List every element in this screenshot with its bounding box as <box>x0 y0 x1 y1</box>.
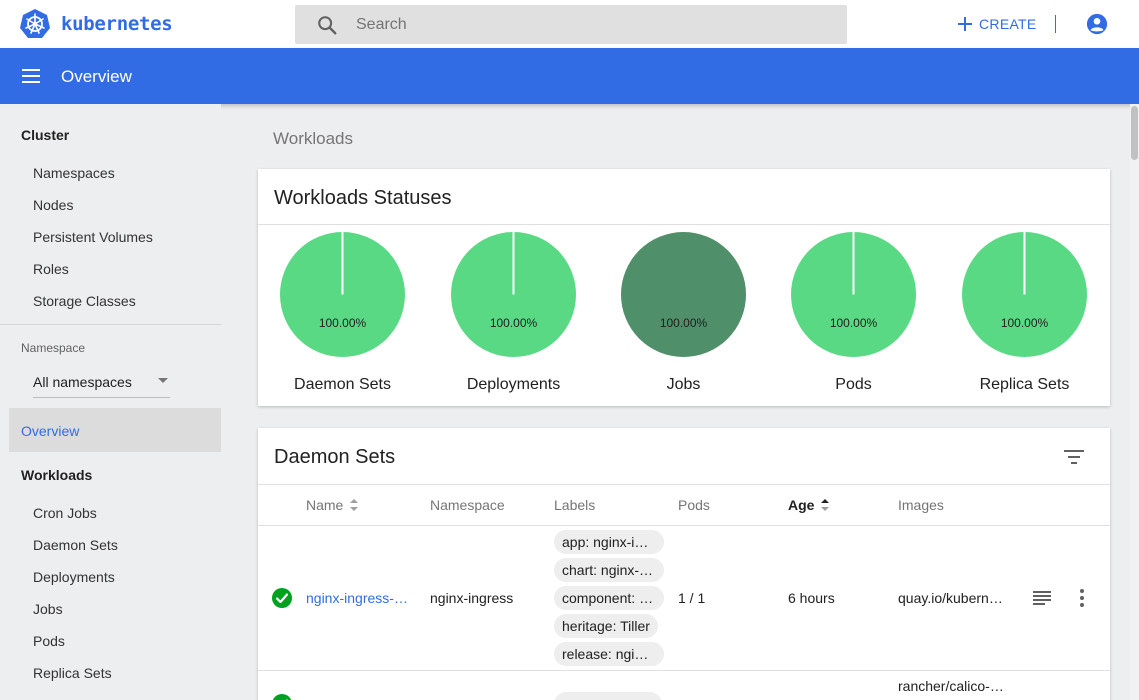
row-divider <box>258 670 1110 671</box>
section-label-workloads: Workloads <box>273 129 353 148</box>
label-chip: chart: nginx-ingress <box>554 558 664 582</box>
namespace-cell: nginx-ingress <box>430 590 514 606</box>
label-chip: release: nginx-ingress <box>554 642 664 666</box>
sidebar: Cluster Namespaces Nodes Persistent Volu… <box>0 104 221 700</box>
check-circle-icon <box>272 588 292 608</box>
dropdown-caret-icon <box>158 378 168 383</box>
column-header-namespace[interactable]: Namespace <box>430 497 505 513</box>
sidebar-heading-cluster[interactable]: Cluster <box>21 127 69 143</box>
label-chip: heritage: Tiller <box>554 614 658 638</box>
account-icon[interactable] <box>1086 13 1108 35</box>
column-header-label: Name <box>306 497 344 513</box>
label-chip <box>554 692 662 700</box>
images-cell: quay.io/kubernetes-ingress-controller <box>898 590 1004 606</box>
column-header-label: Pods <box>678 497 710 513</box>
column-header-label: Images <box>898 497 944 513</box>
sidebar-item-deployments[interactable]: Deployments <box>33 569 115 585</box>
column-header-images: Images <box>898 497 944 513</box>
check-circle-icon <box>272 694 292 700</box>
sidebar-item-persistent-volumes[interactable]: Persistent Volumes <box>33 229 153 245</box>
daemon-set-name-link[interactable]: nginx-ingress-controller <box>306 590 414 606</box>
kubernetes-logo-icon <box>20 9 50 38</box>
column-header-pods: Pods <box>678 497 710 513</box>
pie-chart-deployments: 100.00% <box>451 232 576 357</box>
page-title: Overview <box>61 67 132 86</box>
more-vertical-icon[interactable] <box>1080 589 1084 607</box>
pie-percent-label: 100.00% <box>1001 316 1049 330</box>
age-cell: 6 hours <box>788 590 835 606</box>
pie-chart-jobs: 100.00% <box>621 232 746 357</box>
pie-percent-label: 100.00% <box>490 316 538 330</box>
pie-label: Daemon Sets <box>294 376 391 393</box>
label-chip: component: controller <box>554 586 664 610</box>
logs-icon[interactable] <box>1033 591 1051 605</box>
filter-icon[interactable] <box>1063 448 1085 466</box>
images-cell: rancher/calico-node <box>898 678 1004 694</box>
card-title: Daemon Sets <box>274 446 396 468</box>
pie-label: Deployments <box>466 376 561 393</box>
namespace-select[interactable]: All namespaces <box>33 368 170 398</box>
sidebar-item-replica-sets[interactable]: Replica Sets <box>33 665 112 681</box>
sort-icon <box>350 499 359 511</box>
namespace-label: Namespace <box>21 341 86 355</box>
search-bar[interactable] <box>295 5 847 44</box>
status-chart: 100.00% Daemon Sets <box>280 232 410 393</box>
pie-chart-replica-sets: 100.00% <box>962 232 1087 357</box>
create-button[interactable]: CREATE <box>956 12 1037 36</box>
sidebar-item-daemon-sets[interactable]: Daemon Sets <box>33 537 118 553</box>
workloads-statuses-card: Workloads Statuses 100.00% Daemon Sets 1… <box>258 169 1110 406</box>
column-header-age[interactable]: Age <box>788 497 830 513</box>
search-icon <box>318 15 337 34</box>
create-button-label: CREATE <box>979 16 1037 32</box>
pie-percent-label: 100.00% <box>830 316 878 330</box>
pie-chart-daemon-sets: 100.00% <box>280 232 405 357</box>
sidebar-item-overview-label: Overview <box>21 423 80 439</box>
card-divider <box>258 224 1110 225</box>
pods-cell: 1 / 1 <box>678 590 706 606</box>
card-divider <box>258 484 1110 485</box>
column-header-label: Age <box>788 497 815 513</box>
sidebar-item-cron-jobs[interactable]: Cron Jobs <box>33 505 97 521</box>
sidebar-item-nodes[interactable]: Nodes <box>33 197 73 213</box>
pie-slice-succeeded <box>621 232 746 357</box>
brand-name: kubernetes <box>61 13 173 35</box>
pie-label: Pods <box>835 376 872 393</box>
namespace-select-value: All namespaces <box>33 374 132 390</box>
pie-chart-pods: 100.00% <box>791 232 916 357</box>
sort-ascending-icon <box>821 499 830 511</box>
header-divider <box>1055 15 1056 33</box>
card-title: Workloads Statuses <box>274 187 452 209</box>
brand[interactable]: kubernetes <box>19 8 173 40</box>
pie-label: Jobs <box>666 376 701 393</box>
sidebar-item-namespaces[interactable]: Namespaces <box>33 165 115 181</box>
pie-percent-label: 100.00% <box>319 316 367 330</box>
daemon-sets-card: Daemon Sets Name Namespace Labels Pods A… <box>258 428 1110 700</box>
status-chart: 100.00% Replica Sets <box>962 232 1092 393</box>
column-header-name[interactable]: Name <box>306 497 359 513</box>
pie-label: Replica Sets <box>979 376 1070 393</box>
menu-icon[interactable] <box>21 65 41 87</box>
sidebar-item-overview[interactable]: Overview <box>9 408 221 452</box>
column-header-label: Labels <box>554 497 596 513</box>
status-chart: 100.00% Deployments <box>451 232 581 393</box>
scrollbar[interactable] <box>1130 104 1139 700</box>
column-header-labels: Labels <box>554 497 595 513</box>
sidebar-item-roles[interactable]: Roles <box>33 261 69 277</box>
status-chart: 100.00% Pods <box>791 232 921 393</box>
row-divider <box>258 525 1110 526</box>
plus-icon <box>958 17 972 31</box>
sidebar-item-jobs[interactable]: Jobs <box>33 601 63 617</box>
sidebar-divider <box>0 324 221 325</box>
pie-percent-label: 100.00% <box>660 316 708 330</box>
status-chart: 100.00% Jobs <box>621 232 751 393</box>
scrollbar-thumb[interactable] <box>1131 106 1138 160</box>
label-chip: app: nginx-ingress <box>554 530 664 554</box>
title-bar: Overview <box>0 48 1139 104</box>
search-input[interactable] <box>356 15 796 34</box>
sidebar-heading-workloads[interactable]: Workloads <box>21 467 92 483</box>
column-header-label: Namespace <box>430 497 505 513</box>
sidebar-item-pods[interactable]: Pods <box>33 633 65 649</box>
sidebar-item-storage-classes[interactable]: Storage Classes <box>33 293 136 309</box>
top-header: kubernetes CREATE <box>0 0 1139 48</box>
